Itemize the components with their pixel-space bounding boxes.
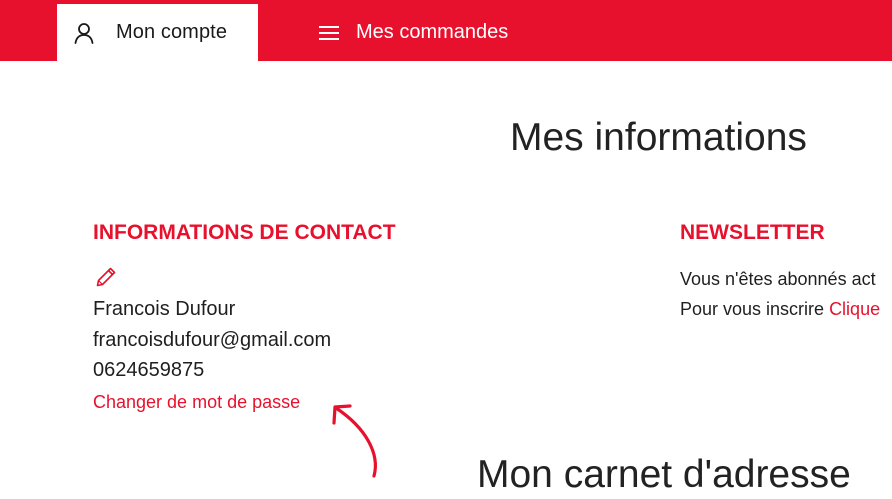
contact-email: francoisdufour@gmail.com [93, 329, 332, 351]
newsletter-heading: NEWSLETTER [680, 221, 825, 244]
tab-my-account[interactable]: Mon compte [57, 4, 258, 61]
tab-my-account-label: Mon compte [116, 21, 228, 43]
contact-info-heading: INFORMATIONS DE CONTACT [93, 221, 396, 244]
contact-name: Francois Dufour [93, 298, 236, 320]
pencil-icon[interactable] [95, 266, 117, 288]
newsletter-signup-line: Pour vous inscrire Clique [680, 299, 880, 320]
address-book-title: Mon carnet d'adresse [477, 453, 851, 496]
curved-arrow-icon [326, 398, 386, 480]
newsletter-status: Vous n'êtes abonnés act [680, 269, 876, 289]
user-icon [73, 22, 95, 44]
hamburger-menu-icon [318, 24, 340, 42]
contact-phone: 0624659875 [93, 359, 205, 381]
top-navigation-bar: Mon compte Mes commandes [0, 0, 892, 61]
change-password-link[interactable]: Changer de mot de passe [93, 392, 300, 413]
page-title: Mes informations [510, 116, 807, 159]
tab-my-orders-label: Mes commandes [356, 21, 509, 43]
newsletter-signup-prefix: Pour vous inscrire [680, 299, 830, 319]
newsletter-signup-link[interactable]: Clique [829, 299, 880, 319]
tab-my-orders[interactable]: Mes commandes [318, 4, 508, 61]
